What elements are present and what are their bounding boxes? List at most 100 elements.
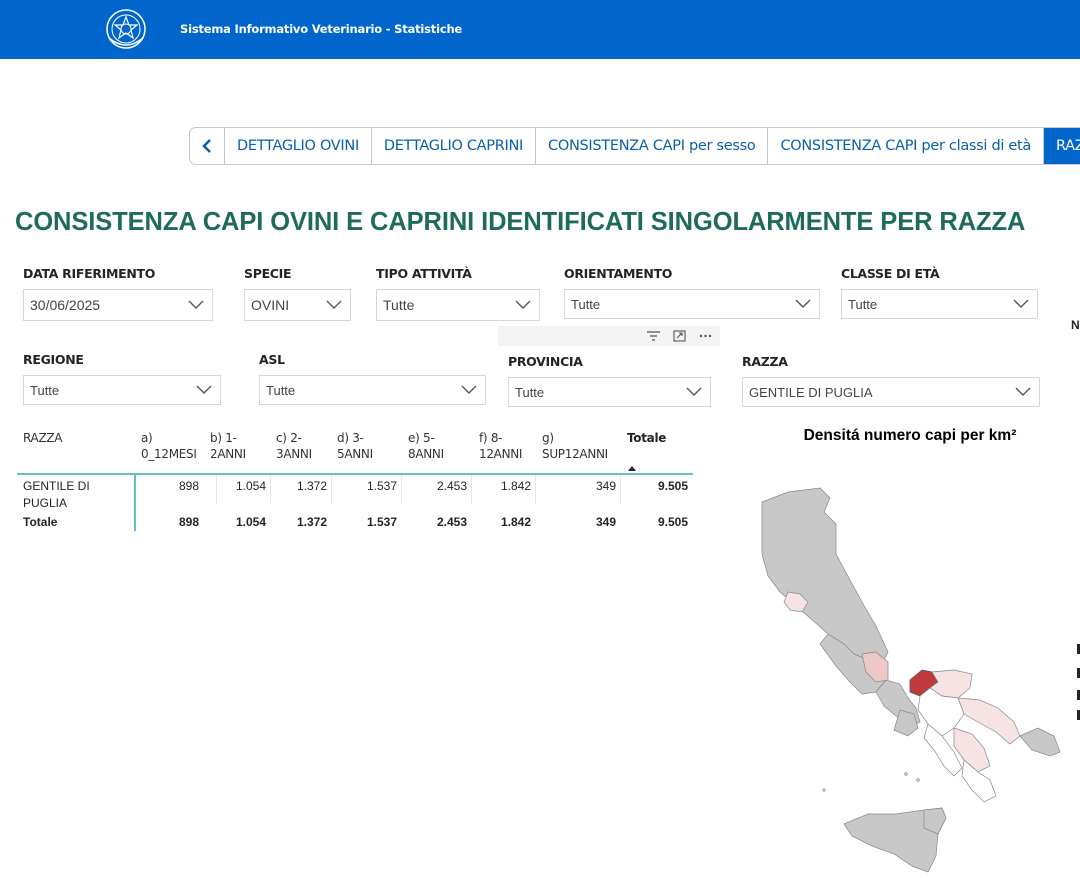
tab-back-button[interactable] [190,128,224,164]
selected-value: Tutte [515,384,545,400]
filter-label: ORIENTAMENTO [564,266,673,281]
total-8-12anni: 1.842 [500,515,531,529]
chevron-down-icon [461,385,477,394]
filter-orientamento: ORIENTAMENTO Tutte [564,266,820,319]
page-title: CONSISTENZA CAPI OVINI E CAPRINI IDENTIF… [15,208,1026,236]
filter-regione: REGIONE Tutte [23,352,221,405]
total-5-8anni: 2.453 [436,515,467,529]
tab-consistenza-classi-eta[interactable]: CONSISTENZA CAPI per classi di età [767,128,1043,164]
filter-asl: ASL Tutte [259,352,486,405]
cell-5-8anni: 2.453 [436,479,467,493]
chevron-down-icon [1013,299,1029,308]
cell-divider [401,475,402,504]
total-3-5anni: 1.537 [366,515,397,529]
col-header-3-5anni[interactable]: d) 3- 5ANNI [337,430,373,462]
filter-label: ASL [259,352,285,367]
selected-value: Tutte [30,382,60,398]
tab-consistenza-sesso[interactable]: CONSISTENZA CAPI per sesso [535,128,767,164]
total-2-3anni: 1.372 [296,515,327,529]
cell-1-2anni: 1.054 [235,479,266,493]
cell-divider [270,475,271,504]
map-region-heel[interactable] [1019,727,1061,757]
cell-sup12anni: 349 [595,479,616,493]
offscreen-label: N [1071,318,1080,332]
chevron-down-icon [1015,387,1031,396]
data-riferimento-select[interactable]: 30/06/2025 [23,289,213,321]
row-header-razza: GENTILE DI PUGLIA [23,479,90,510]
cell-divider [620,475,621,504]
selected-value: OVINI [251,297,290,313]
map-island [822,788,826,792]
report-tabs: DETTAGLIO OVINI DETTAGLIO CAPRINI CONSIS… [189,127,1080,165]
specie-select[interactable]: OVINI [244,289,351,321]
filter-label: RAZZA [742,354,788,369]
filter-icon[interactable] [646,330,660,342]
total-1-2anni: 1.054 [235,515,266,529]
tab-razze[interactable]: RAZZE [1043,128,1080,164]
map-island [904,772,908,776]
cell-totale: 9.505 [657,479,688,493]
col-header-5-8anni[interactable]: e) 5- 8ANNI [408,430,444,462]
density-choropleth-map[interactable] [758,484,1064,874]
col-header-totale[interactable]: Totale [627,430,666,446]
filter-razza: RAZZA GENTILE DI PUGLIA [742,354,1040,407]
cell-3-5anni: 1.537 [366,479,397,493]
visual-header-toolbar [498,326,720,346]
chevron-down-icon [686,387,702,396]
col-header-sup12anni[interactable]: g) SUP12ANNI [542,430,608,462]
filter-specie: SPECIE OVINI [244,266,351,321]
more-options-icon[interactable] [698,330,712,342]
selected-value: 30/06/2025 [30,297,101,313]
col-header-2-3anni[interactable]: c) 2- 3ANNI [276,430,312,462]
chevron-down-icon [196,385,212,394]
header-divider [17,473,693,475]
app-title: Sistema Informativo Veterinario - Statis… [180,22,463,36]
row-header-divider [134,475,136,531]
filter-label: REGIONE [23,352,84,367]
asl-select[interactable]: Tutte [259,375,486,405]
cell-0-12mesi: 898 [178,479,199,493]
classe-eta-select[interactable]: Tutte [841,289,1038,319]
cell-divider [471,475,472,504]
chevron-down-icon [326,300,342,309]
provincia-select[interactable]: Tutte [508,377,711,407]
total-0-12mesi: 898 [178,515,199,529]
cell-divider [535,475,536,504]
cell-divider [216,475,217,504]
tipo-attivita-select[interactable]: Tutte [376,289,540,321]
cell-divider [331,475,332,504]
filter-label: PROVINCIA [508,354,583,369]
total-sup12anni: 349 [595,515,616,529]
cell-2-3anni: 1.372 [296,479,327,493]
selected-value: Tutte [571,296,601,312]
filter-label: TIPO ATTIVITÀ [376,266,472,281]
selected-value: Tutte [848,296,878,312]
col-header-8-12anni[interactable]: f) 8- 12ANNI [479,430,522,462]
filter-provincia: PROVINCIA Tutte [508,354,711,407]
map-island [916,778,920,782]
col-header-1-2anni[interactable]: b) 1- 2ANNI [210,430,246,462]
republic-emblem-icon [106,9,146,49]
col-header-razza[interactable]: RAZZA [23,430,63,446]
focus-mode-icon[interactable] [672,330,686,342]
orientamento-select[interactable]: Tutte [564,289,820,319]
selected-value: Tutte [266,382,296,398]
chevron-left-icon [202,139,211,153]
chevron-down-icon [515,300,531,309]
total-label: Totale [23,515,58,529]
regione-select[interactable]: Tutte [23,375,221,405]
tab-dettaglio-ovini[interactable]: DETTAGLIO OVINI [224,128,371,164]
sort-ascending-icon[interactable] [628,466,636,471]
filter-data-riferimento: DATA RIFERIMENTO 30/06/2025 [23,266,213,321]
filter-label: CLASSE DI ETÀ [841,266,940,281]
filter-label: DATA RIFERIMENTO [23,266,156,281]
filter-classe-eta: CLASSE DI ETÀ Tutte [841,266,1038,319]
map-title: Densitá numero capi per km² [803,427,1017,444]
razza-select[interactable]: GENTILE DI PUGLIA [742,377,1040,407]
chevron-down-icon [188,300,204,309]
cell-8-12anni: 1.842 [500,479,531,493]
selected-value: GENTILE DI PUGLIA [749,384,873,400]
col-header-0-12mesi[interactable]: a) 0_12MESI [141,430,197,462]
tab-dettaglio-caprini[interactable]: DETTAGLIO CAPRINI [370,128,535,164]
total-totale: 9.505 [657,515,688,529]
